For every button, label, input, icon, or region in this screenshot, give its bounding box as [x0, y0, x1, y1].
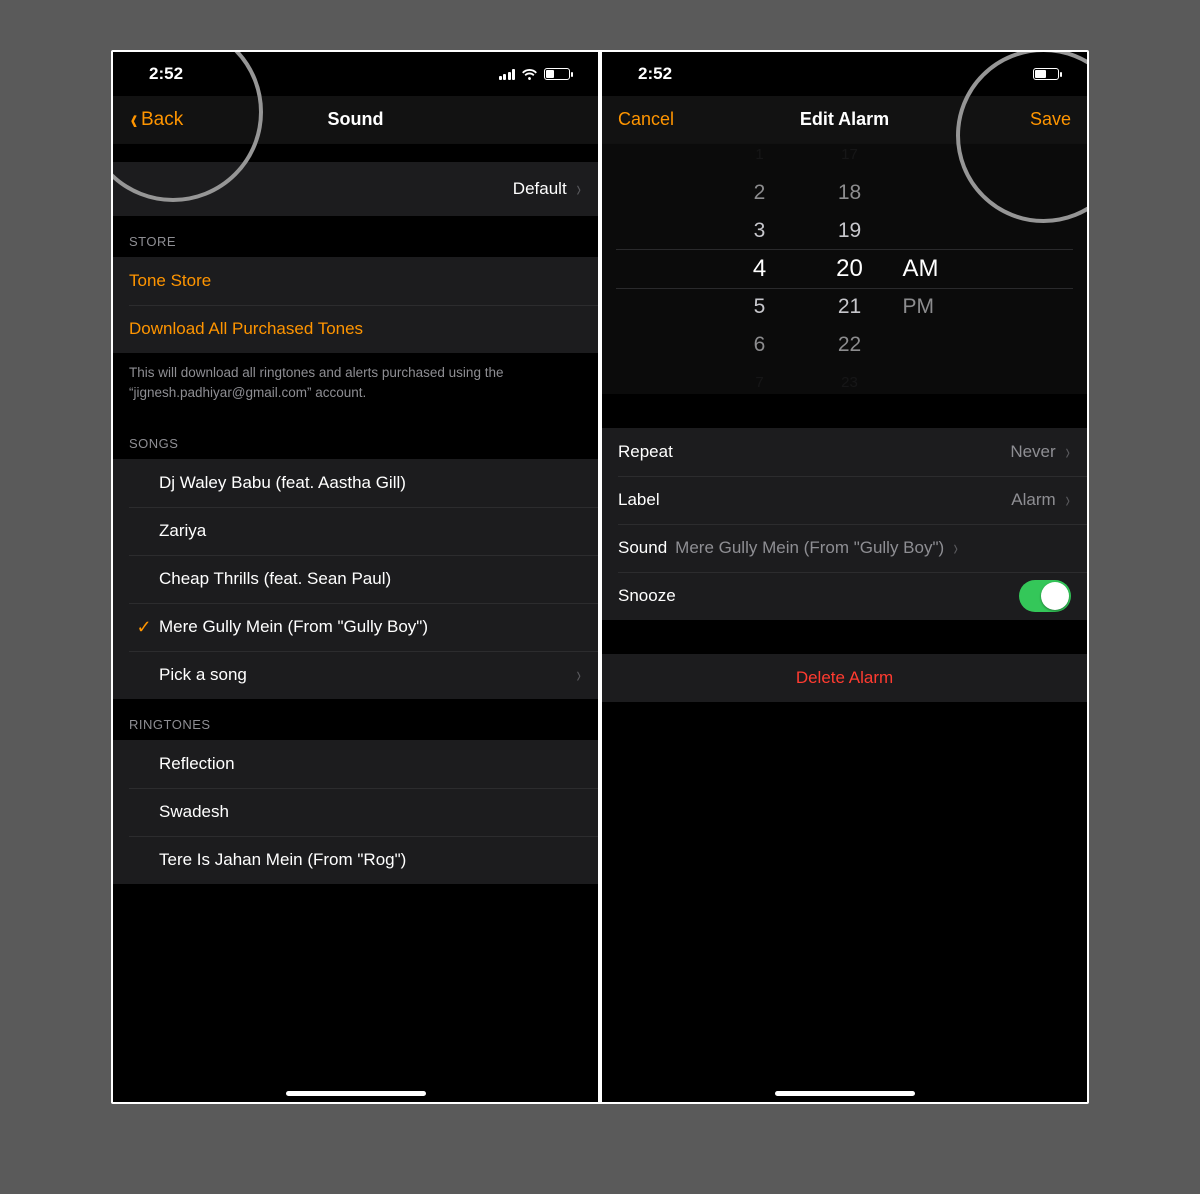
ringtone-row[interactable]: Swadesh	[113, 788, 598, 836]
screenshot-sound-screen: 2:52 ‹ Back Sound Default › STORE	[113, 52, 598, 1102]
nav-title: Edit Alarm	[718, 109, 971, 130]
song-row-selected[interactable]: ✓ Mere Gully Mein (From "Gully Boy")	[113, 603, 598, 651]
cancel-button[interactable]: Cancel	[618, 109, 674, 130]
section-header-ringtones: RINGTONES	[113, 699, 598, 740]
chevron-right-icon: ›	[954, 535, 958, 561]
status-time: 2:52	[638, 64, 672, 84]
snooze-toggle[interactable]	[1019, 580, 1071, 612]
tone-store-row[interactable]: Tone Store	[113, 257, 598, 305]
picker-hour-column[interactable]: 1 2 3 4 5 6 7	[715, 144, 805, 394]
chevron-right-icon: ›	[1065, 439, 1069, 465]
ringtone-row[interactable]: Reflection	[113, 740, 598, 788]
checkmark-icon: ✓	[129, 617, 159, 638]
delete-alarm-button[interactable]: Delete Alarm	[602, 654, 1087, 702]
section-header-songs: SONGS	[113, 418, 598, 459]
time-picker[interactable]: 1 2 3 4 5 6 7 17 18 19 20 21 22 23	[602, 144, 1087, 394]
nav-bar: ‹ Back Sound	[113, 96, 598, 144]
song-row[interactable]: Zariya	[113, 507, 598, 555]
vibration-default-row[interactable]: Default ›	[113, 162, 598, 216]
download-all-row[interactable]: Download All Purchased Tones	[113, 305, 598, 353]
chevron-right-icon: ›	[1065, 487, 1069, 513]
status-bar: 2:52	[113, 52, 598, 96]
screenshot-edit-alarm-screen: 2:52 Cancel Edit Alarm Save 1 2 3 4	[602, 52, 1087, 1102]
nav-title: Sound	[229, 109, 482, 130]
save-button[interactable]: Save	[1030, 109, 1071, 130]
picker-ampm-column[interactable]: AM PM	[895, 144, 975, 394]
status-bar: 2:52	[602, 52, 1087, 96]
battery-icon	[1033, 68, 1059, 80]
chevron-left-icon: ‹	[131, 112, 138, 127]
label-row[interactable]: Label Alarm ›	[602, 476, 1087, 524]
snooze-row: Snooze	[602, 572, 1087, 620]
ringtone-row[interactable]: Tere Is Jahan Mein (From "Rog")	[113, 836, 598, 884]
repeat-row[interactable]: Repeat Never ›	[602, 428, 1087, 476]
section-footer-store: This will download all ringtones and ale…	[113, 353, 598, 418]
status-time: 2:52	[149, 64, 183, 84]
picker-minute-column[interactable]: 17 18 19 20 21 22 23	[805, 144, 895, 394]
song-row[interactable]: Cheap Thrills (feat. Sean Paul)	[113, 555, 598, 603]
chevron-right-icon: ›	[576, 176, 580, 202]
song-row[interactable]: Dj Waley Babu (feat. Aastha Gill)	[113, 459, 598, 507]
battery-icon	[544, 68, 570, 80]
wifi-icon	[521, 68, 538, 81]
section-header-store: STORE	[113, 216, 598, 257]
cellular-icon	[499, 69, 516, 80]
home-indicator[interactable]	[775, 1091, 915, 1096]
home-indicator[interactable]	[286, 1091, 426, 1096]
chevron-right-icon: ›	[576, 662, 580, 688]
back-button[interactable]: ‹ Back	[129, 109, 183, 131]
nav-bar: Cancel Edit Alarm Save	[602, 96, 1087, 144]
pick-a-song-row[interactable]: Pick a song ›	[113, 651, 598, 699]
sound-row[interactable]: Sound Mere Gully Mein (From "Gully Boy")…	[602, 524, 1087, 572]
